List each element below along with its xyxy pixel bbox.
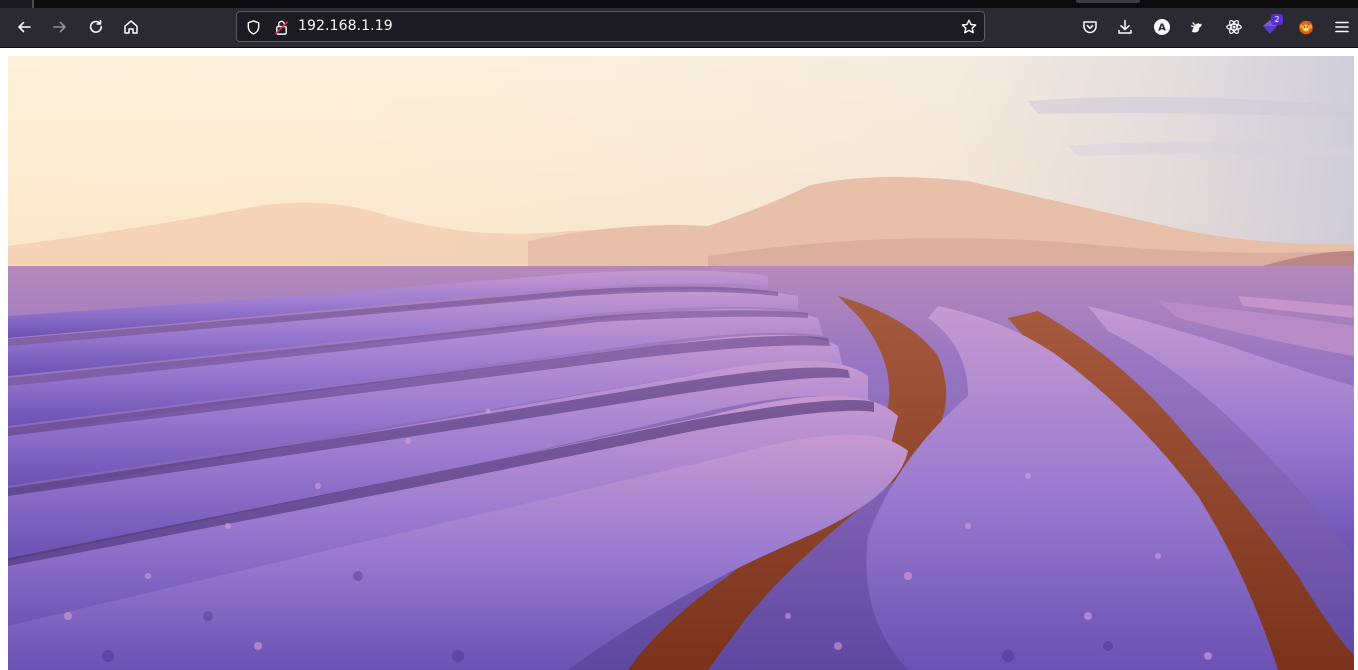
extension-button-2[interactable] [1219, 12, 1249, 42]
account-avatar-icon: A [1154, 19, 1170, 35]
reload-button[interactable] [81, 12, 111, 42]
tracking-shield-icon[interactable] [244, 18, 262, 36]
react-devtools-icon [1226, 20, 1242, 34]
browser-toolbar: 192.168.1.19 A 2 [0, 8, 1358, 48]
downloads-button[interactable] [1110, 12, 1140, 42]
forward-button[interactable] [45, 12, 75, 42]
address-bar[interactable]: 192.168.1.19 [236, 11, 985, 42]
back-button[interactable] [9, 12, 39, 42]
hero-image-lavender-field [8, 56, 1354, 670]
lavender-field-photo [8, 56, 1354, 670]
ublock-style-extension-icon [1190, 21, 1202, 33]
extension-button-3[interactable]: 2 [1255, 12, 1285, 42]
tab-strip-divider [32, 0, 34, 8]
forward-arrow-icon [53, 21, 66, 33]
app-menu-button[interactable] [1327, 12, 1357, 42]
insecure-lock-icon[interactable] [272, 18, 290, 36]
reload-icon [89, 19, 103, 33]
account-button[interactable]: A [1147, 12, 1177, 42]
pocket-button[interactable] [1075, 12, 1105, 42]
svg-text:A: A [1158, 23, 1166, 34]
firefox-fox-extension-icon [1299, 20, 1313, 35]
home-icon [124, 20, 138, 34]
extension-badge-count: 2 [1271, 14, 1283, 25]
back-arrow-icon [18, 21, 31, 33]
hamburger-menu-icon [1335, 21, 1349, 33]
extension-button-4[interactable] [1291, 12, 1321, 42]
page-content [0, 48, 1358, 670]
extension-button-1[interactable] [1182, 12, 1212, 42]
pocket-icon [1083, 21, 1097, 34]
bookmark-star-icon[interactable] [960, 18, 978, 36]
home-button[interactable] [116, 12, 146, 42]
tab-strip-left-edge [0, 0, 32, 8]
url-text[interactable]: 192.168.1.19 [298, 18, 393, 34]
tab-strip [0, 0, 1358, 8]
active-tab-indicator [1076, 0, 1140, 3]
downloads-icon [1118, 19, 1132, 34]
